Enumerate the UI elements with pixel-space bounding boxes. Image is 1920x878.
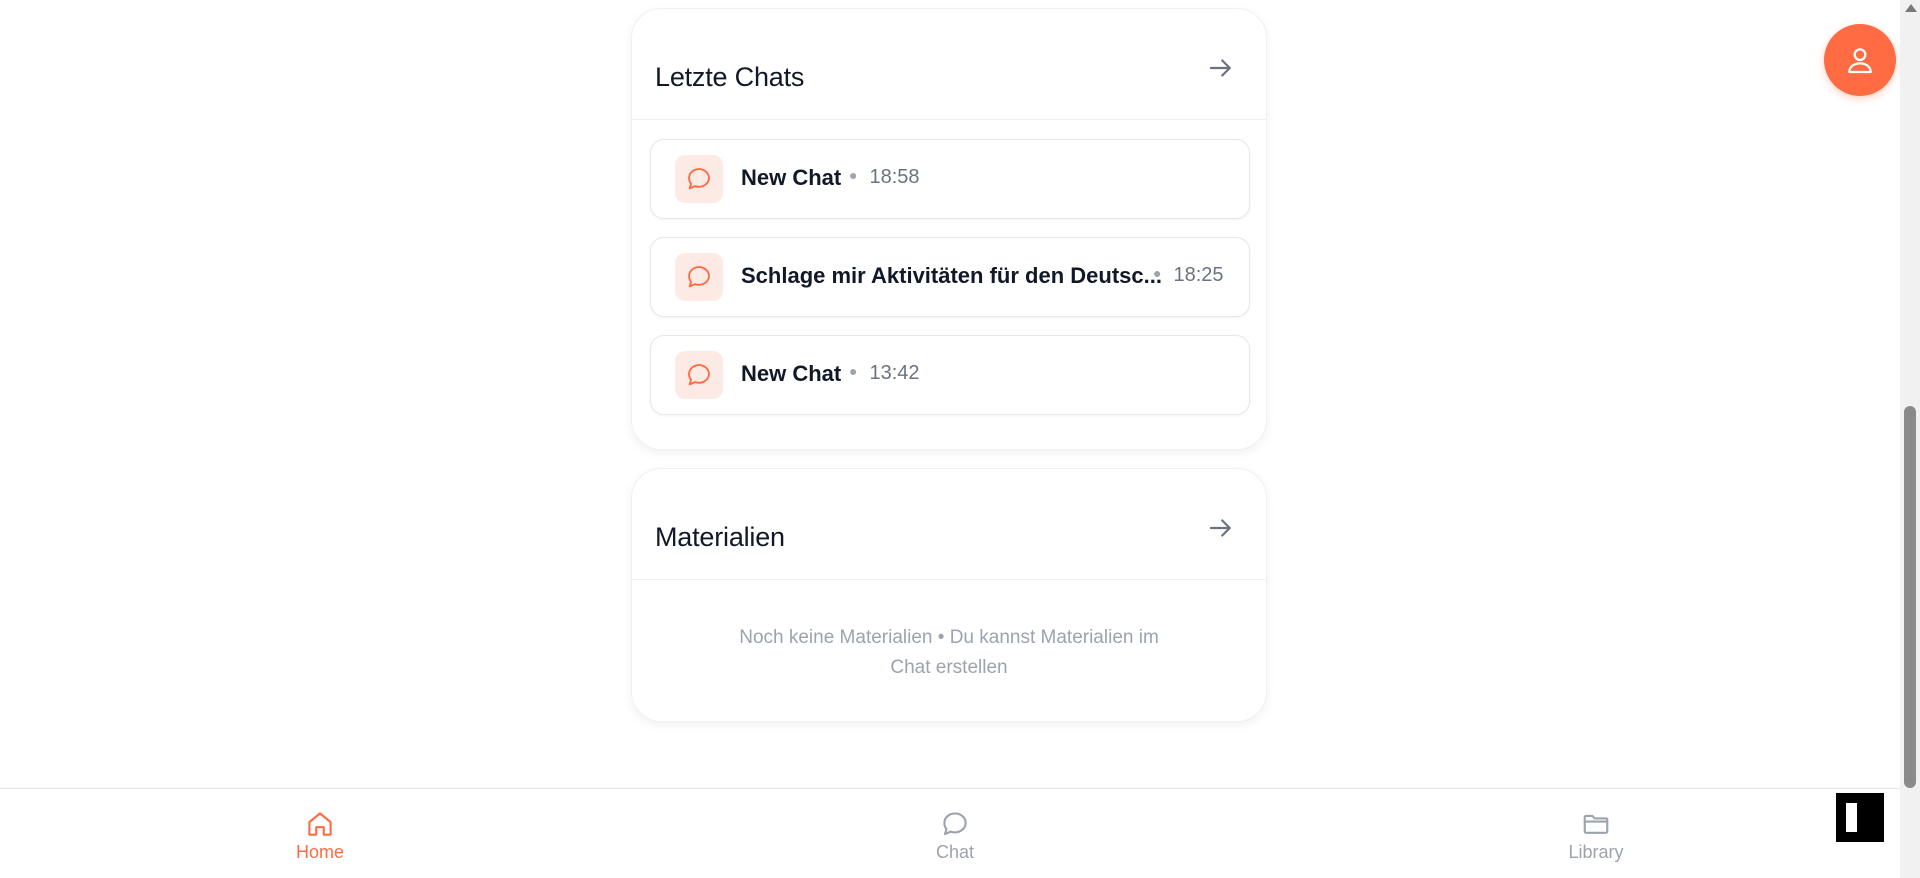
widget-bar-icon	[1846, 803, 1857, 832]
nav-item-library[interactable]: Library	[1536, 809, 1656, 863]
recent-chats-header: Letzte Chats	[632, 9, 1266, 120]
arrow-right-icon[interactable]	[1206, 53, 1236, 83]
materials-empty-state: Noch keine Materialien • Du kannst Mater…	[632, 623, 1266, 683]
chat-list-item[interactable]: New Chat ● 18:58	[650, 139, 1250, 219]
chat-time: ● 18:58	[849, 166, 920, 188]
page-scrollbar[interactable]	[1900, 0, 1920, 878]
home-icon	[308, 812, 332, 836]
nav-label-home: Home	[295, 842, 344, 862]
chat-bubble-icon	[675, 351, 723, 399]
profile-button[interactable]	[1824, 24, 1896, 96]
recent-chats-card: Letzte Chats New Chat ● 18:58 Schlage mir…	[631, 8, 1267, 450]
scrollbar-thumb[interactable]	[1904, 406, 1916, 788]
nav-item-chat[interactable]: Chat	[895, 809, 1015, 863]
user-icon	[1848, 48, 1872, 74]
recent-chats-title: Letzte Chats	[655, 62, 805, 92]
empty-state-line: Noch keine Materialien • Du kannst Mater…	[739, 627, 1159, 648]
chat-bubble-icon	[943, 812, 967, 836]
chat-bubble-icon	[675, 253, 723, 301]
folder-icon	[1583, 814, 1609, 834]
chat-bubble-icon	[675, 155, 723, 203]
chat-title: New Chat	[741, 165, 842, 190]
chat-time: ● 13:42	[849, 362, 920, 384]
scroll-up-arrow-icon[interactable]	[1905, 4, 1917, 12]
nav-label-library: Library	[1568, 842, 1624, 862]
materials-card: Materialien Noch keine Materialien • Du …	[631, 468, 1267, 722]
chat-title: New Chat	[741, 361, 842, 386]
nav-item-home[interactable]: Home	[260, 809, 380, 863]
chat-title: Schlage mir Aktivitäten für den Deutsc..…	[741, 263, 1162, 288]
arrow-right-icon[interactable]	[1206, 513, 1236, 543]
overlay-widget[interactable]	[1836, 793, 1884, 842]
chat-time: ● 18:25	[1153, 264, 1224, 286]
materials-title: Materialien	[655, 522, 785, 552]
empty-state-line: Chat erstellen	[890, 657, 1008, 678]
chat-list-item[interactable]: Schlage mir Aktivitäten für den Deutsc..…	[650, 237, 1250, 317]
materials-header: Materialien	[632, 469, 1266, 580]
bottom-navigation: Home Chat Library	[0, 788, 1900, 878]
app-viewport: Letzte Chats New Chat ● 18:58 Schlage mir…	[0, 0, 1920, 878]
nav-label-chat: Chat	[935, 842, 975, 862]
chat-list-item[interactable]: New Chat ● 13:42	[650, 335, 1250, 415]
